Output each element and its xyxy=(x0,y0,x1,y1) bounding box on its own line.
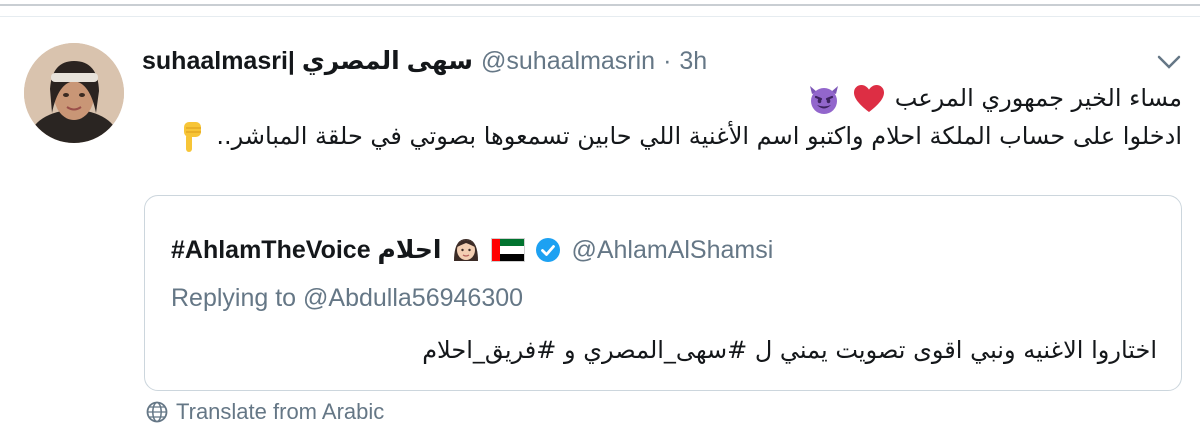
avatar[interactable] xyxy=(24,43,124,143)
tweet-line-2: ادخلوا على حساب الملكة احلام واكتبو اسم … xyxy=(150,117,1182,155)
quoted-text: اختاروا الاغنيه ونبي اقوى تصويت يمني ل #… xyxy=(422,336,1157,364)
tweet-text: مساء الخير جمهوري المرعب ادخلوا على حساب… xyxy=(150,79,1182,155)
display-name[interactable]: suhaalmasri| سهى المصري xyxy=(142,46,473,76)
woman-emoji-icon xyxy=(454,239,479,261)
translate-label[interactable]: Translate from Arabic xyxy=(176,399,384,425)
tweet-menu-button[interactable] xyxy=(1152,47,1186,77)
verified-badge-icon xyxy=(536,238,561,262)
pointing-down-icon xyxy=(183,122,201,152)
quoted-handle[interactable]: @AhlamAlShamsi xyxy=(571,236,773,265)
heart-icon xyxy=(854,85,885,112)
quoted-header: #AhlamTheVoice احلام @AhlamAlShamsi xyxy=(171,232,773,268)
translate-link[interactable]: Translate from Arabic xyxy=(146,397,384,427)
replying-to[interactable]: Replying to @Abdulla56946300 xyxy=(171,284,523,313)
separator-dot: · xyxy=(663,46,672,75)
top-divider xyxy=(0,4,1200,6)
chevron-down-icon xyxy=(1157,55,1181,69)
smiling-devil-icon xyxy=(810,86,839,114)
uae-flag-icon xyxy=(491,238,526,262)
globe-icon xyxy=(146,401,168,423)
tweet-header: suhaalmasri| سهى المصري @suhaalmasrin · … xyxy=(142,45,707,77)
tweet[interactable]: suhaalmasri| سهى المصري @suhaalmasrin · … xyxy=(0,17,1200,424)
timestamp[interactable]: 3h xyxy=(679,47,707,76)
quoted-display-name[interactable]: #AhlamTheVoice احلام xyxy=(171,235,441,265)
tweet-line-1: مساء الخير جمهوري المرعب xyxy=(150,79,1182,117)
quoted-tweet[interactable]: #AhlamTheVoice احلام @AhlamAlShamsi Repl… xyxy=(144,195,1182,391)
user-handle[interactable]: @suhaalmasrin xyxy=(481,47,655,76)
